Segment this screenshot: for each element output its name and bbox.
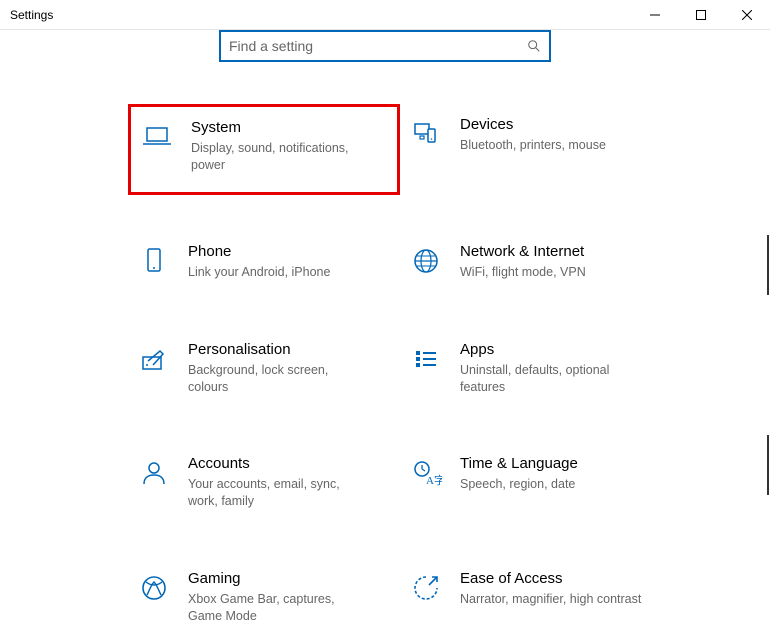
minimize-button[interactable]: [632, 0, 678, 30]
category-text: Devices Bluetooth, printers, mouse: [460, 116, 662, 154]
category-devices[interactable]: Devices Bluetooth, printers, mouse: [400, 110, 672, 189]
category-personalisation[interactable]: Personalisation Background, lock screen,…: [128, 335, 400, 402]
category-system[interactable]: System Display, sound, notifications, po…: [128, 104, 400, 195]
xbox-icon: [138, 572, 170, 604]
category-title: Gaming: [188, 570, 370, 587]
category-text: Personalisation Background, lock screen,…: [188, 341, 390, 396]
category-text: System Display, sound, notifications, po…: [191, 119, 387, 174]
globe-icon: [410, 245, 442, 277]
category-desc: Your accounts, email, sync, work, family: [188, 476, 370, 510]
category-desc: Display, sound, notifications, power: [191, 140, 367, 174]
category-apps[interactable]: Apps Uninstall, defaults, optional featu…: [400, 335, 672, 402]
window-controls: [632, 0, 770, 30]
time-language-icon: A字: [410, 457, 442, 489]
apps-list-icon: [410, 343, 442, 375]
category-desc: Background, lock screen, colours: [188, 362, 370, 396]
category-text: Accounts Your accounts, email, sync, wor…: [188, 455, 390, 510]
paintbrush-icon: [138, 343, 170, 375]
svg-text:A字: A字: [426, 473, 442, 487]
category-desc: Speech, region, date: [460, 476, 642, 493]
category-text: Gaming Xbox Game Bar, captures, Game Mod…: [188, 570, 390, 625]
categories-grid: System Display, sound, notifications, po…: [0, 110, 770, 631]
category-phone[interactable]: Phone Link your Android, iPhone: [128, 237, 400, 287]
category-title: Phone: [188, 243, 370, 260]
scrollbar[interactable]: [767, 435, 769, 495]
search-icon: [527, 39, 541, 53]
search-box[interactable]: [219, 30, 551, 62]
category-text: Apps Uninstall, defaults, optional featu…: [460, 341, 662, 396]
category-title: Devices: [460, 116, 642, 133]
category-desc: Xbox Game Bar, captures, Game Mode: [188, 591, 370, 625]
category-title: Personalisation: [188, 341, 370, 358]
category-time-language[interactable]: A字 Time & Language Speech, region, date: [400, 449, 672, 516]
category-title: Apps: [460, 341, 642, 358]
category-desc: WiFi, flight mode, VPN: [460, 264, 642, 281]
laptop-icon: [141, 121, 173, 153]
search-wrap: [0, 30, 770, 62]
category-title: Time & Language: [460, 455, 642, 472]
ease-of-access-icon: [410, 572, 442, 604]
maximize-button[interactable]: [678, 0, 724, 30]
phone-icon: [138, 245, 170, 277]
category-desc: Narrator, magnifier, high contrast: [460, 591, 642, 608]
content: System Display, sound, notifications, po…: [0, 30, 770, 631]
search-input[interactable]: [229, 38, 527, 54]
category-title: System: [191, 119, 367, 136]
category-ease-of-access[interactable]: Ease of Access Narrator, magnifier, high…: [400, 564, 672, 631]
category-desc: Link your Android, iPhone: [188, 264, 370, 281]
category-text: Time & Language Speech, region, date: [460, 455, 662, 493]
category-text: Ease of Access Narrator, magnifier, high…: [460, 570, 662, 608]
window-title: Settings: [10, 8, 53, 22]
scrollbar[interactable]: [767, 235, 769, 295]
close-button[interactable]: [724, 0, 770, 30]
category-desc: Bluetooth, printers, mouse: [460, 137, 642, 154]
category-accounts[interactable]: Accounts Your accounts, email, sync, wor…: [128, 449, 400, 516]
devices-icon: [410, 118, 442, 150]
person-icon: [138, 457, 170, 489]
category-text: Network & Internet WiFi, flight mode, VP…: [460, 243, 662, 281]
category-gaming[interactable]: Gaming Xbox Game Bar, captures, Game Mod…: [128, 564, 400, 631]
category-text: Phone Link your Android, iPhone: [188, 243, 390, 281]
category-title: Ease of Access: [460, 570, 642, 587]
category-title: Accounts: [188, 455, 370, 472]
category-title: Network & Internet: [460, 243, 642, 260]
titlebar: Settings: [0, 0, 770, 30]
category-network[interactable]: Network & Internet WiFi, flight mode, VP…: [400, 237, 672, 287]
category-desc: Uninstall, defaults, optional features: [460, 362, 642, 396]
